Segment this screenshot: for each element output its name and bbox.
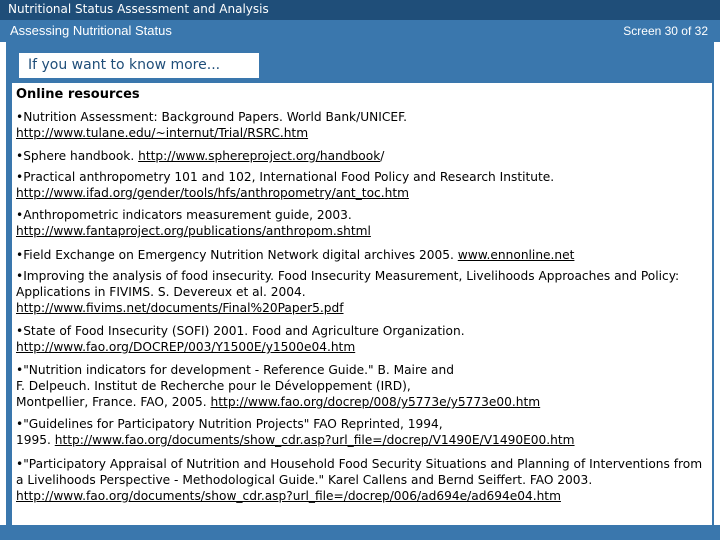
resource-text: •Practical anthropometry 101 and 102, In… <box>16 170 555 184</box>
resource-link[interactable]: http://www.fao.org/docrep/008/y5773e/y57… <box>211 395 541 409</box>
resource-item: •Practical anthropometry 101 and 102, In… <box>16 169 710 201</box>
resource-link[interactable]: http://www.fao.org/documents/show_cdr.as… <box>55 433 575 447</box>
resource-item: •"Guidelines for Participatory Nutrition… <box>16 416 710 448</box>
section-title: Assessing Nutritional Status <box>10 23 172 38</box>
resource-link[interactable]: http://www.fantaproject.org/publications… <box>16 224 371 238</box>
resource-item: •Sphere handbook. http://www.sphereproje… <box>16 148 710 164</box>
resource-text: •Improving the analysis of food insecuri… <box>16 269 680 299</box>
resource-text: •Sphere handbook. <box>16 149 139 163</box>
more-info-tab: If you want to know more... <box>18 52 260 79</box>
resource-item: •Anthropometric indicators measurement g… <box>16 207 710 239</box>
resource-link[interactable]: http://www.sphereproject.org/handbook <box>138 149 380 163</box>
resource-link[interactable]: http://www.fivims.net/documents/Final%20… <box>16 301 344 315</box>
resource-text: •Anthropometric indicators measurement g… <box>16 208 352 222</box>
course-title: Nutritional Status Assessment and Analys… <box>8 2 269 16</box>
resource-text: •"Participatory Appraisal of Nutrition a… <box>16 457 703 487</box>
resource-item: •"Nutrition indicators for development -… <box>16 362 710 410</box>
resource-item: •"Participatory Appraisal of Nutrition a… <box>16 456 710 504</box>
resource-text: •Nutrition Assessment: Background Papers… <box>16 110 407 124</box>
resource-text: •State of Food Insecurity (SOFI) 2001. F… <box>16 324 465 338</box>
screen-counter: Screen 30 of 32 <box>623 24 708 38</box>
resources-panel: Online resources •Nutrition Assessment: … <box>12 83 712 525</box>
resource-text: •Field Exchange on Emergency Nutrition N… <box>16 248 458 262</box>
horizontal-scrollbar[interactable] <box>0 525 720 540</box>
resource-link[interactable]: http://www.ifad.org/gender/tools/hfs/ant… <box>16 186 409 200</box>
more-info-label: If you want to know more... <box>28 57 221 73</box>
resources-heading: Online resources <box>16 87 140 102</box>
section-bar: Assessing Nutritional Status Screen 30 o… <box>0 20 720 42</box>
resource-link[interactable]: http://www.fao.org/documents/show_cdr.as… <box>16 489 561 503</box>
title-bar: Nutritional Status Assessment and Analys… <box>0 0 720 20</box>
resource-item: •Nutrition Assessment: Background Papers… <box>16 109 710 141</box>
resource-item: •Field Exchange on Emergency Nutrition N… <box>16 247 710 263</box>
resource-link[interactable]: http://www.fao.org/DOCREP/003/Y1500E/y15… <box>16 340 355 354</box>
resource-item: •State of Food Insecurity (SOFI) 2001. F… <box>16 323 710 355</box>
resource-link[interactable]: www.ennonline.net <box>458 248 575 262</box>
resource-item: •Improving the analysis of food insecuri… <box>16 268 710 316</box>
resource-link[interactable]: http://www.tulane.edu/~internut/Trial/RS… <box>16 126 308 140</box>
resource-suffix: / <box>380 149 385 163</box>
